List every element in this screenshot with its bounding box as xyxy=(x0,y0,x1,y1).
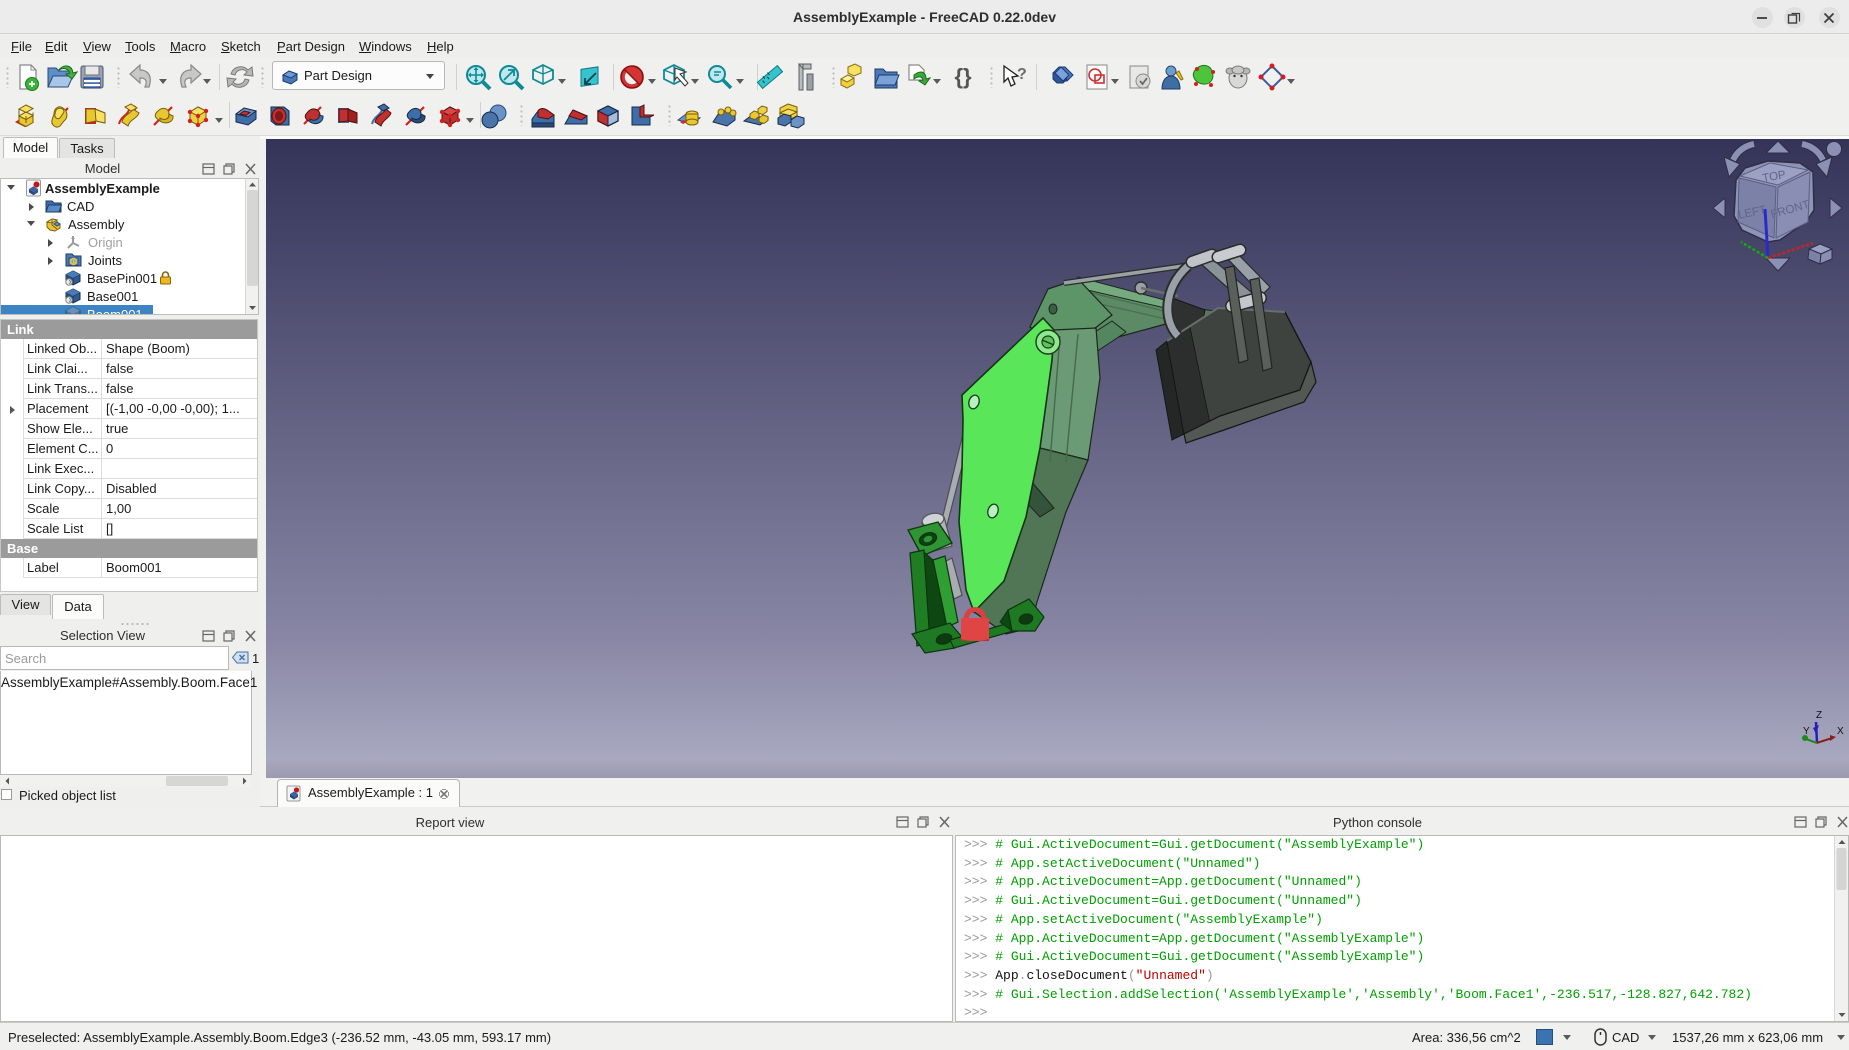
svg-text:?: ? xyxy=(1017,66,1027,83)
svg-text:Z: Z xyxy=(1816,710,1822,721)
svg-text:{}: {} xyxy=(954,64,972,89)
svg-text:Y: Y xyxy=(1803,726,1810,737)
svg-text:X: X xyxy=(1837,726,1844,737)
